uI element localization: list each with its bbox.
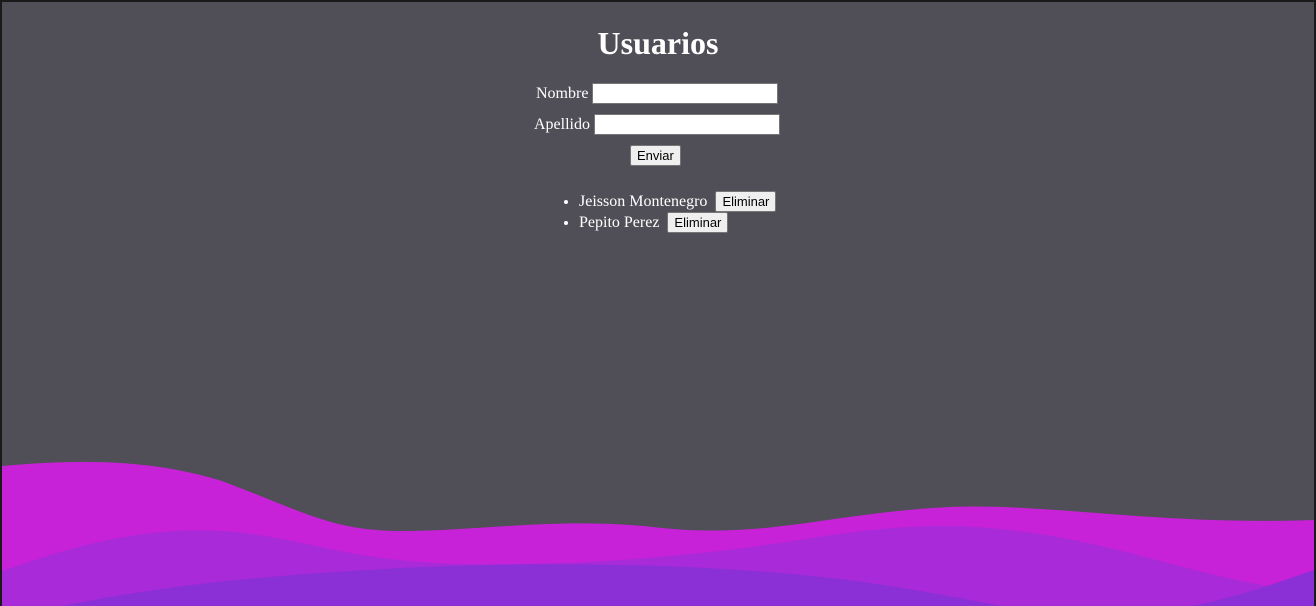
user-list: Jeisson Montenegro Eliminar Pepito Perez… xyxy=(562,190,777,233)
eliminar-button[interactable]: Eliminar xyxy=(715,190,777,212)
nombre-input[interactable] xyxy=(592,83,779,104)
wave-background xyxy=(2,461,1314,606)
apellido-input[interactable] xyxy=(594,114,780,135)
nombre-row: Nombre xyxy=(536,83,779,104)
page-container: Usuarios Nombre Apellido Enviar Jeisson … xyxy=(2,2,1314,606)
list-item: Jeisson Montenegro Eliminar xyxy=(579,190,777,212)
eliminar-button[interactable]: Eliminar xyxy=(667,211,729,233)
user-name: Jeisson Montenegro xyxy=(579,193,708,210)
list-item: Pepito Perez Eliminar xyxy=(579,211,776,233)
apellido-label: Apellido xyxy=(534,115,590,133)
apellido-row: Apellido xyxy=(534,114,780,135)
page-title: Usuarios xyxy=(597,25,719,61)
user-name: Pepito Perez xyxy=(579,214,660,231)
nombre-label: Nombre xyxy=(536,84,589,102)
enviar-button[interactable]: Enviar xyxy=(630,145,681,166)
